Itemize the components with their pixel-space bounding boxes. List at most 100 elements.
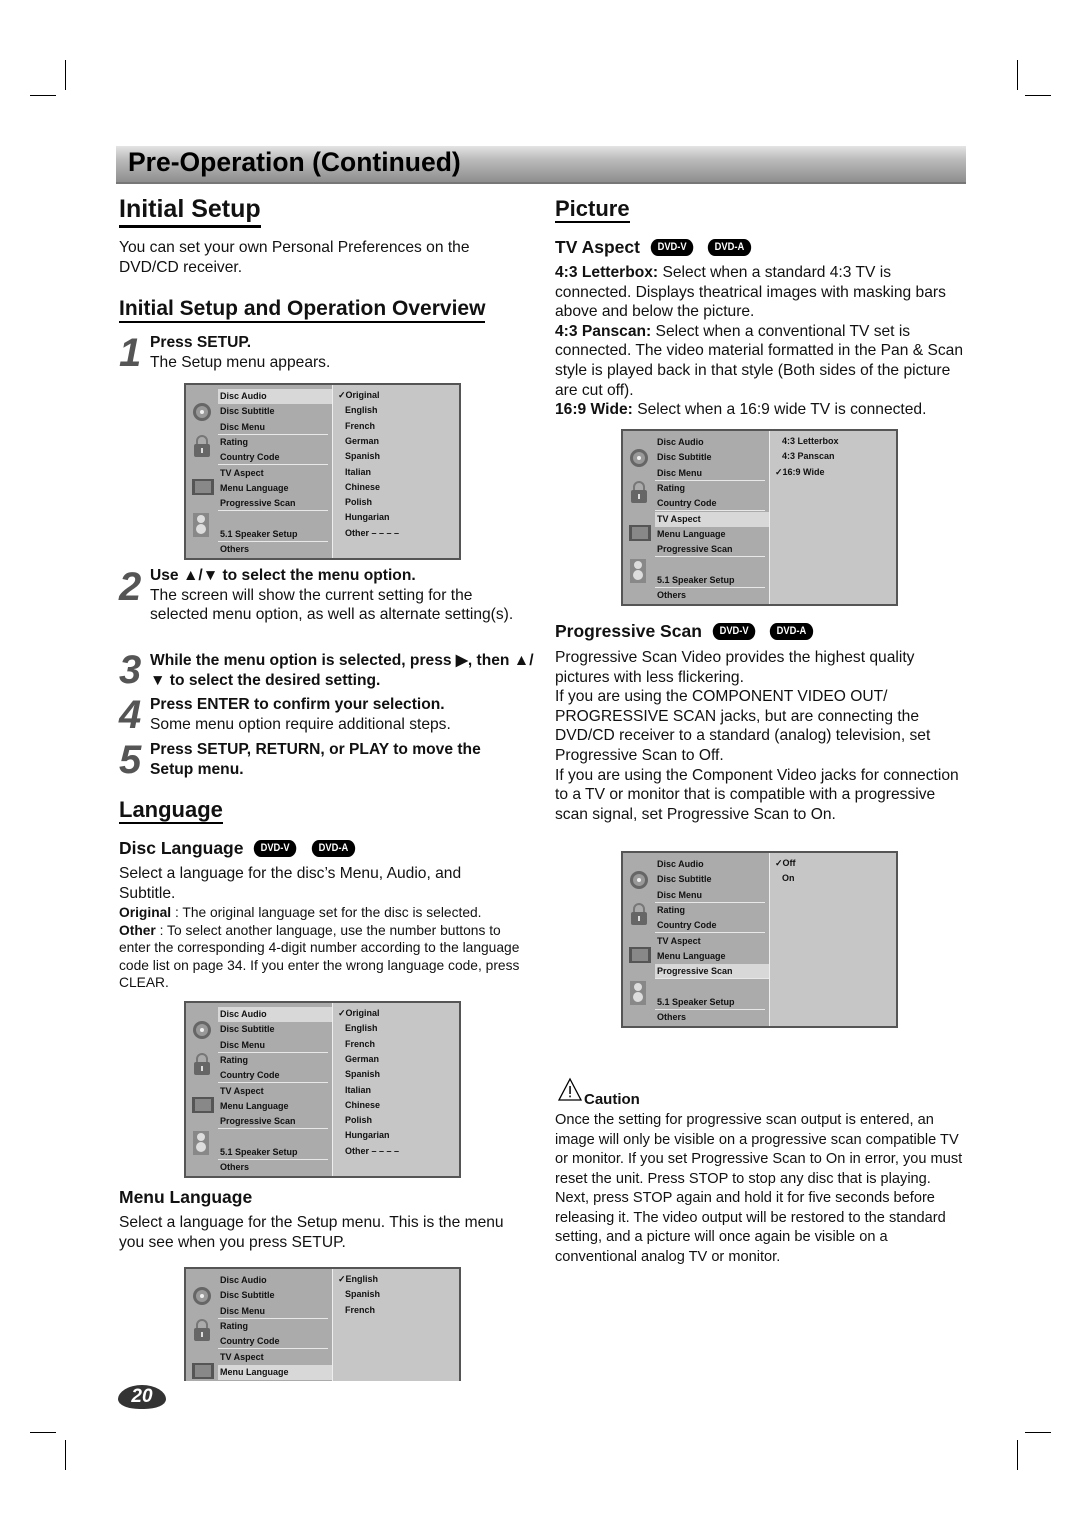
lock-icon [629,480,649,509]
menu-item[interactable]: Rating [218,1053,328,1068]
menu-item[interactable]: Progressive Scan [218,1114,328,1130]
menu-item[interactable]: Disc Menu [218,1304,328,1319]
menu-language-text: Select a language for the Setup menu. Th… [119,1214,504,1251]
menu-item[interactable]: Menu Language [218,481,328,496]
menu-option[interactable]: Italian [345,465,371,480]
paragraph: If you are using the COMPONENT VIDEO OUT… [555,688,931,764]
menu-item[interactable] [655,557,765,572]
menu-option[interactable]: Chinese [345,1098,380,1113]
menu-item[interactable] [218,511,328,526]
intro-text: You can set your own Personal Preference… [119,239,470,276]
menu-item[interactable]: Others [655,588,765,603]
menu-option[interactable]: ✓Original [338,1006,380,1021]
menu-option[interactable]: 4:3 Panscan [782,449,835,464]
menu-item[interactable]: 5.1 Speaker Setup [218,1145,328,1160]
language-heading: Language [119,797,223,824]
menu-option[interactable]: Other – – – – [345,1144,399,1159]
menu-option[interactable]: Spanish [345,1287,380,1302]
menu-item[interactable]: 5.1 Speaker Setup [218,527,328,542]
menu-item[interactable]: Disc Audio [218,1007,332,1023]
menu-option[interactable]: Polish [345,495,372,510]
menu-option[interactable]: German [345,1052,379,1067]
menu-option[interactable]: French [345,419,375,434]
menu-item[interactable]: Disc Subtitle [218,1288,328,1303]
menu-item[interactable]: Country Code [655,918,765,934]
menu-item[interactable]: TV Aspect [655,511,769,527]
menu-item[interactable]: Progressive Scan [655,542,765,558]
menu-item[interactable]: TV Aspect [218,466,328,481]
step-number: 5 [119,738,142,782]
dvd-a-badge: DVD-A [769,622,814,640]
menu-option[interactable]: On [782,871,795,886]
picture-heading: Picture [555,196,630,223]
menu-item[interactable]: TV Aspect [218,1350,328,1365]
menu-item[interactable]: Disc Subtitle [218,404,328,419]
menu-item[interactable]: Disc Menu [218,420,328,435]
menu-item[interactable] [218,1129,328,1144]
menu-option[interactable]: ✓16:9 Wide [775,465,824,480]
speaker-icon [629,980,647,1011]
menu-item[interactable]: Country Code [218,1334,328,1350]
crop-mark [65,1440,66,1470]
menu-item[interactable]: Disc Audio [655,435,765,450]
menu-item[interactable]: Country Code [655,496,765,512]
menu-item[interactable]: Disc Subtitle [218,1022,328,1037]
menu-item[interactable]: Disc Audio [218,389,332,405]
menu-item[interactable]: Menu Language [655,527,765,542]
menu-option[interactable]: Italian [345,1083,371,1098]
menu-option[interactable]: ✓Off [775,856,796,871]
menu-item[interactable]: Disc Menu [655,466,765,481]
menu-item[interactable]: Menu Language [655,949,765,964]
heading-text: TV Aspect [555,237,640,257]
section-header-bar: Pre-Operation (Continued) [116,146,966,184]
menu-item[interactable]: Disc Audio [655,857,765,872]
menu-item[interactable]: Menu Language [218,1099,328,1114]
menu-item[interactable]: Disc Subtitle [655,450,765,465]
menu-option[interactable]: ✓English [338,1272,378,1287]
setup-menu-menu-language: Disc Audio Disc Subtitle Disc Menu Rating Co… [184,1267,461,1381]
menu-option[interactable]: Spanish [345,449,380,464]
menu-option[interactable]: Polish [345,1113,372,1128]
step-number: 2 [119,565,142,609]
menu-item[interactable]: Rating [218,435,328,450]
menu-option[interactable]: French [345,1037,375,1052]
menu-item[interactable]: Others [218,542,328,557]
menu-option[interactable]: French [345,1303,375,1318]
menu-item[interactable]: TV Aspect [655,934,765,949]
menu-option[interactable]: English [345,403,378,418]
menu-item[interactable]: Others [655,1010,765,1025]
menu-option[interactable]: Hungarian [345,1128,390,1143]
menu-option[interactable]: German [345,434,379,449]
menu-option[interactable]: Spanish [345,1067,380,1082]
lock-icon [629,902,649,931]
menu-item[interactable]: Disc Subtitle [655,872,765,887]
menu-item[interactable]: 5.1 Speaker Setup [655,995,765,1010]
dvd-v-badge: DVD-V [712,622,756,640]
menu-item[interactable]: Country Code [218,450,328,466]
menu-option[interactable]: Hungarian [345,510,390,525]
menu-option[interactable]: English [345,1021,378,1036]
menu-item[interactable]: Disc Menu [218,1038,328,1053]
menu-item[interactable] [655,979,765,994]
lock-icon [192,1052,212,1081]
menu-item[interactable]: Country Code [218,1068,328,1084]
menu-item[interactable]: Progressive Scan [218,1380,328,1381]
menu-item[interactable]: Rating [655,903,765,918]
step-1: Press SETUP. The Setup menu appears. [150,333,530,372]
menu-item[interactable]: Progressive Scan [218,496,328,512]
menu-item[interactable]: Others [218,1160,328,1175]
menu-item[interactable]: 5.1 Speaker Setup [655,573,765,588]
menu-item[interactable]: Menu Language [218,1364,332,1381]
menu-item[interactable]: Rating [218,1319,328,1334]
menu-item[interactable]: Progressive Scan [655,964,769,980]
menu-item[interactable]: Disc Audio [218,1273,328,1288]
menu-option[interactable]: Other – – – – [345,526,399,541]
paragraph: Progressive Scan Video provides the high… [555,649,915,686]
menu-option[interactable]: 4:3 Letterbox [782,434,839,449]
menu-option[interactable]: ✓Original [338,388,380,403]
menu-item[interactable]: TV Aspect [218,1084,328,1099]
menu-option[interactable]: Chinese [345,480,380,495]
menu-item[interactable]: Rating [655,481,765,496]
step-bold: While the menu option is selected, press… [150,652,534,689]
menu-item[interactable]: Disc Menu [655,888,765,903]
